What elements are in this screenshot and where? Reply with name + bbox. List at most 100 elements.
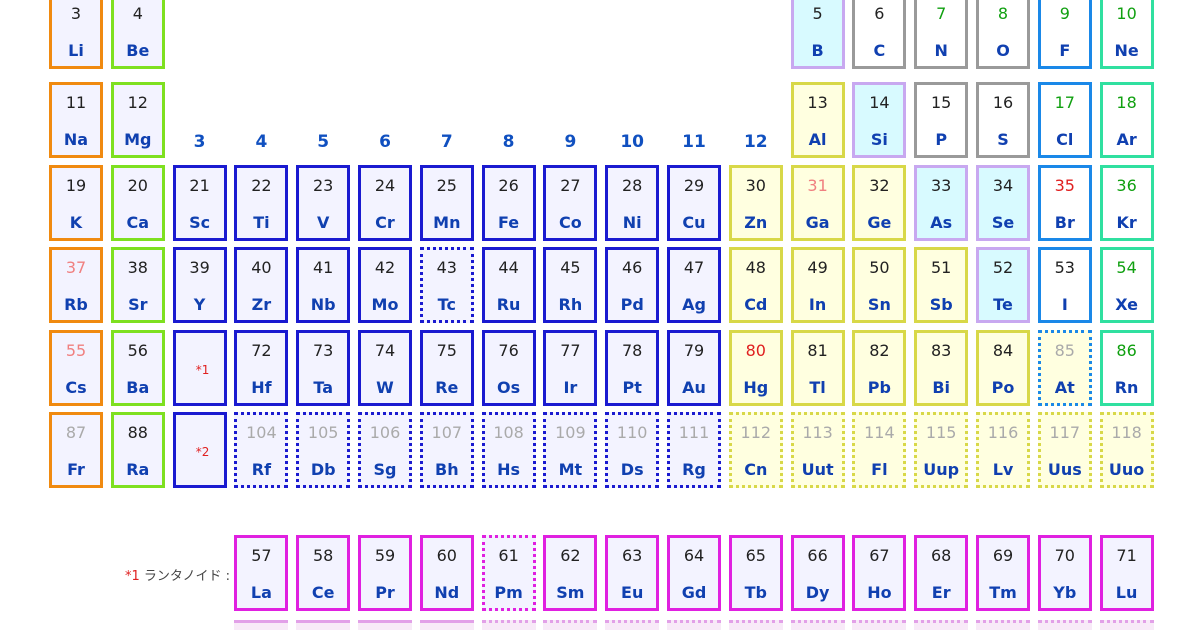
element-cell-rf[interactable]: 104 Rf [234,412,289,488]
element-cell-ta[interactable]: 73 Ta [296,330,351,406]
element-cell-hf[interactable]: 72 Hf [234,330,289,406]
element-cell-ce[interactable]: 58 Ce [296,535,351,611]
element-cell-tl[interactable]: 81 Tl [790,330,845,406]
element-cell-li[interactable]: 3 Li [49,0,103,69]
element-cell-la[interactable]: 57 La [234,535,289,611]
element-cell-uup[interactable]: 115 Uup [914,412,969,488]
element-cell-bh[interactable]: 107 Bh [419,412,474,488]
element-cell-pm[interactable]: 61 Pm [481,535,536,611]
element-cell-ru[interactable]: 44 Ru [481,247,536,323]
element-cell-pb[interactable]: 82 Pb [852,330,907,406]
element-cell-mo[interactable]: 42 Mo [358,247,412,323]
element-cell-tb[interactable]: 65 Tb [728,535,783,611]
element-cell-re[interactable]: 75 Re [419,330,474,406]
element-cell-bi[interactable]: 83 Bi [914,330,969,406]
element-cell-ca[interactable]: 20 Ca [110,165,165,241]
element-cell-w[interactable]: 74 W [358,330,412,406]
element-cell-nb[interactable]: 41 Nb [296,247,351,323]
element-cell-cd[interactable]: 48 Cd [728,247,783,323]
element-cell-tm[interactable]: 69 Tm [976,535,1030,611]
element-cell-zn[interactable]: 30 Zn [728,165,783,241]
element-cell-mt[interactable]: 109 Mt [543,412,598,488]
element-cell-co[interactable]: 27 Co [543,165,598,241]
element-cell-ne[interactable]: 10 Ne [1099,0,1154,69]
element-cell-i[interactable]: 53 I [1037,247,1092,323]
element-cell-gd[interactable]: 64 Gd [667,535,721,611]
element-cell-sg[interactable]: 106 Sg [358,412,412,488]
element-cell-au[interactable]: 79 Au [667,330,721,406]
element-cell-pr[interactable]: 59 Pr [358,535,412,611]
element-cell-tc[interactable]: 43 Tc [419,247,474,323]
element-cell-hg[interactable]: 80 Hg [728,330,783,406]
element-cell-k[interactable]: 19 K [49,165,103,241]
element-cell-v[interactable]: 23 V [296,165,351,241]
series-ref-cell-1[interactable]: *1 [172,330,227,406]
element-cell-f[interactable]: 9F [1037,0,1092,69]
element-cell-sc[interactable]: 21 Sc [172,165,227,241]
element-cell-mg[interactable]: 12 Mg [110,82,165,158]
element-cell-ag[interactable]: 47 Ag [667,247,721,323]
element-cell-lv[interactable]: 116 Lv [976,412,1030,488]
element-cell-uuo[interactable]: 118 Uuo [1099,412,1154,488]
element-cell-er[interactable]: 68 Er [914,535,969,611]
element-cell-te[interactable]: 52 Te [976,247,1030,323]
element-cell-s[interactable]: 16 S [976,82,1030,158]
element-cell-ds[interactable]: 110 Ds [605,412,660,488]
element-cell-lu[interactable]: 71 Lu [1099,535,1154,611]
element-cell-se[interactable]: 34 Se [976,165,1030,241]
element-cell-in[interactable]: 49 In [790,247,845,323]
element-cell-br[interactable]: 35 Br [1037,165,1092,241]
element-cell-p[interactable]: 15 P [914,82,969,158]
element-cell-db[interactable]: 105 Db [296,412,351,488]
element-cell-mn[interactable]: 25 Mn [419,165,474,241]
element-cell-kr[interactable]: 36 Kr [1099,165,1154,241]
element-cell-cs[interactable]: 55 Cs [49,330,103,406]
element-cell-ni[interactable]: 28 Ni [605,165,660,241]
element-cell-be[interactable]: 4 Be [110,0,165,69]
element-cell-ba[interactable]: 56 Ba [110,330,165,406]
element-cell-fr[interactable]: 87 Fr [49,412,103,488]
element-cell-as[interactable]: 33 As [914,165,969,241]
element-cell-cu[interactable]: 29 Cu [667,165,721,241]
element-cell-n[interactable]: 7N [914,0,969,69]
element-cell-fe[interactable]: 26 Fe [481,165,536,241]
element-cell-rb[interactable]: 37 Rb [49,247,103,323]
element-cell-pt[interactable]: 78 Pt [605,330,660,406]
element-cell-dy[interactable]: 66 Dy [790,535,845,611]
element-cell-ar[interactable]: 18 Ar [1099,82,1154,158]
element-cell-y[interactable]: 39 Y [172,247,227,323]
element-cell-cn[interactable]: 112 Cn [728,412,783,488]
element-cell-yb[interactable]: 70 Yb [1037,535,1092,611]
element-cell-si[interactable]: 14 Si [852,82,907,158]
element-cell-po[interactable]: 84 Po [976,330,1030,406]
element-cell-at[interactable]: 85 At [1037,330,1092,406]
element-cell-ra[interactable]: 88 Ra [110,412,165,488]
element-cell-ge[interactable]: 32 Ge [852,165,907,241]
element-cell-sb[interactable]: 51 Sb [914,247,969,323]
element-cell-xe[interactable]: 54 Xe [1099,247,1154,323]
element-cell-zr[interactable]: 40 Zr [234,247,289,323]
element-cell-c[interactable]: 6C [852,0,907,69]
element-cell-ga[interactable]: 31 Ga [790,165,845,241]
element-cell-o[interactable]: 8O [976,0,1030,69]
element-cell-rg[interactable]: 111 Rg [667,412,721,488]
element-cell-rn[interactable]: 86 Rn [1099,330,1154,406]
element-cell-ir[interactable]: 77 Ir [543,330,598,406]
element-cell-uus[interactable]: 117 Uus [1037,412,1092,488]
series-ref-cell-2[interactable]: *2 [172,412,227,488]
element-cell-rh[interactable]: 45 Rh [543,247,598,323]
element-cell-nd[interactable]: 60 Nd [419,535,474,611]
element-cell-os[interactable]: 76 Os [481,330,536,406]
element-cell-al[interactable]: 13 Al [790,82,845,158]
element-cell-na[interactable]: 11 Na [49,82,103,158]
element-cell-uut[interactable]: 113 Uut [790,412,845,488]
element-cell-sr[interactable]: 38 Sr [110,247,165,323]
element-cell-eu[interactable]: 63 Eu [605,535,660,611]
element-cell-fl[interactable]: 114 Fl [852,412,907,488]
element-cell-b[interactable]: 5B [790,0,845,69]
element-cell-sn[interactable]: 50 Sn [852,247,907,323]
element-cell-ho[interactable]: 67 Ho [852,535,907,611]
element-cell-cl[interactable]: 17 Cl [1037,82,1092,158]
element-cell-sm[interactable]: 62 Sm [543,535,598,611]
element-cell-ti[interactable]: 22 Ti [234,165,289,241]
